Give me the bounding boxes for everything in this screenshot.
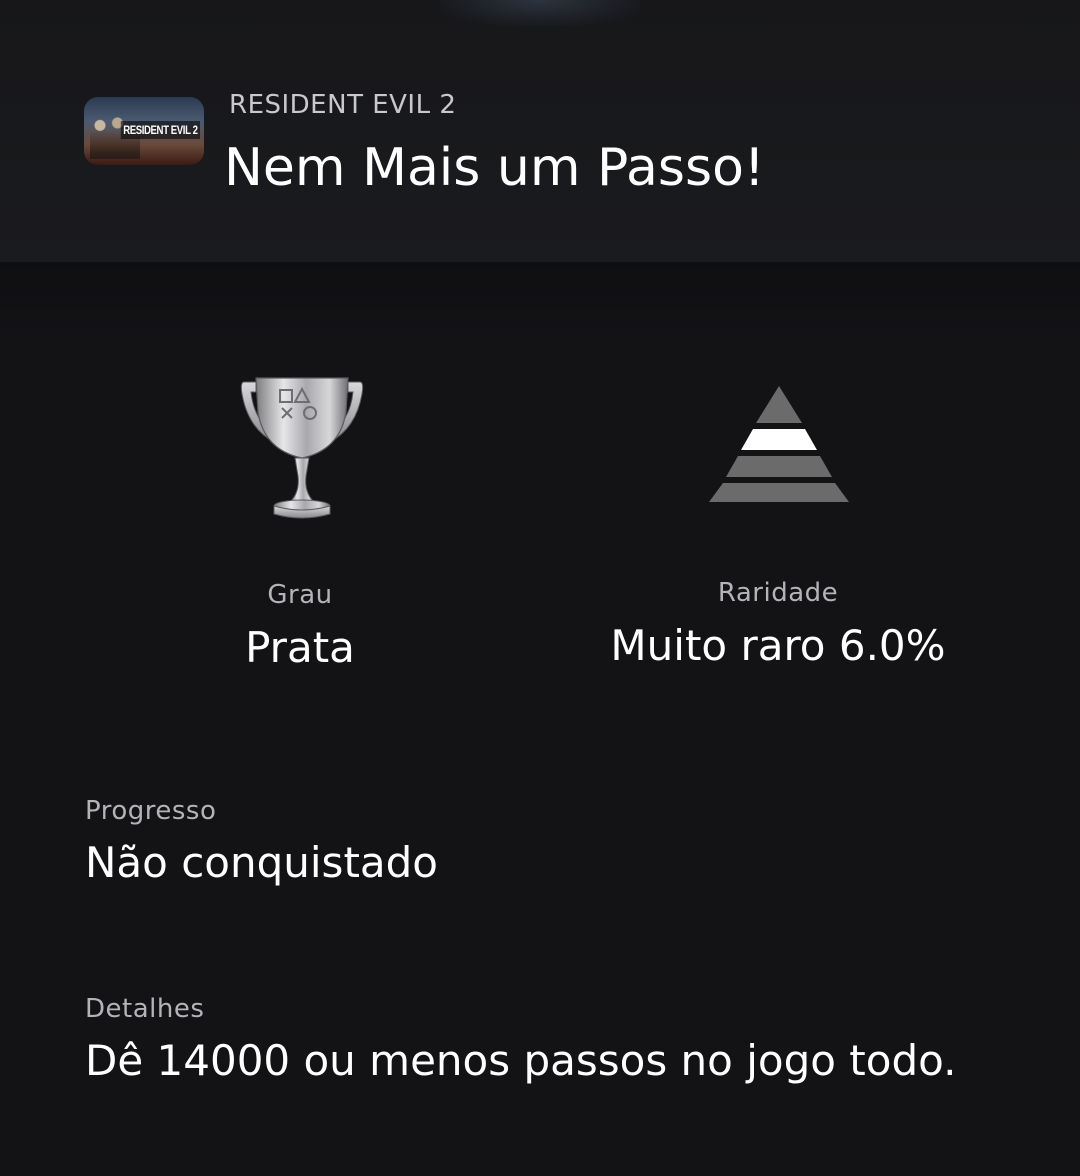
details-value: Dê 14000 ou menos passos no jogo todo. [85,1036,957,1085]
trophy-detail-page: RESIDENT EVIL 2 RESIDENT EVIL 2 Nem Mais… [0,0,1080,1176]
header-divider [0,262,1080,342]
game-thumbnail[interactable]: RESIDENT EVIL 2 [84,97,204,165]
details-label: Detalhes [85,994,205,1024]
rarity-tier-4 [709,483,849,502]
rarity-tier-2 [741,429,817,450]
thumbnail-logo: RESIDENT EVIL 2 [120,121,200,139]
grade-label: Grau [267,580,333,610]
progress-label: Progresso [85,796,217,826]
grade-value: Prata [245,623,355,672]
silver-trophy-icon [240,377,364,519]
rarity-tier-3 [726,456,832,477]
trophy-header: RESIDENT EVIL 2 RESIDENT EVIL 2 Nem Mais… [0,0,1080,262]
header-background-art [440,0,640,26]
trophy-title: Nem Mais um Passo! [224,138,765,198]
rarity-value: Muito raro 6.0% [610,621,946,670]
rarity-label: Raridade [717,578,839,608]
progress-value: Não conquistado [85,838,439,887]
game-name: RESIDENT EVIL 2 [229,90,457,120]
rarity-tier-1 [756,386,802,423]
rarity-pyramid-icon [709,386,849,502]
